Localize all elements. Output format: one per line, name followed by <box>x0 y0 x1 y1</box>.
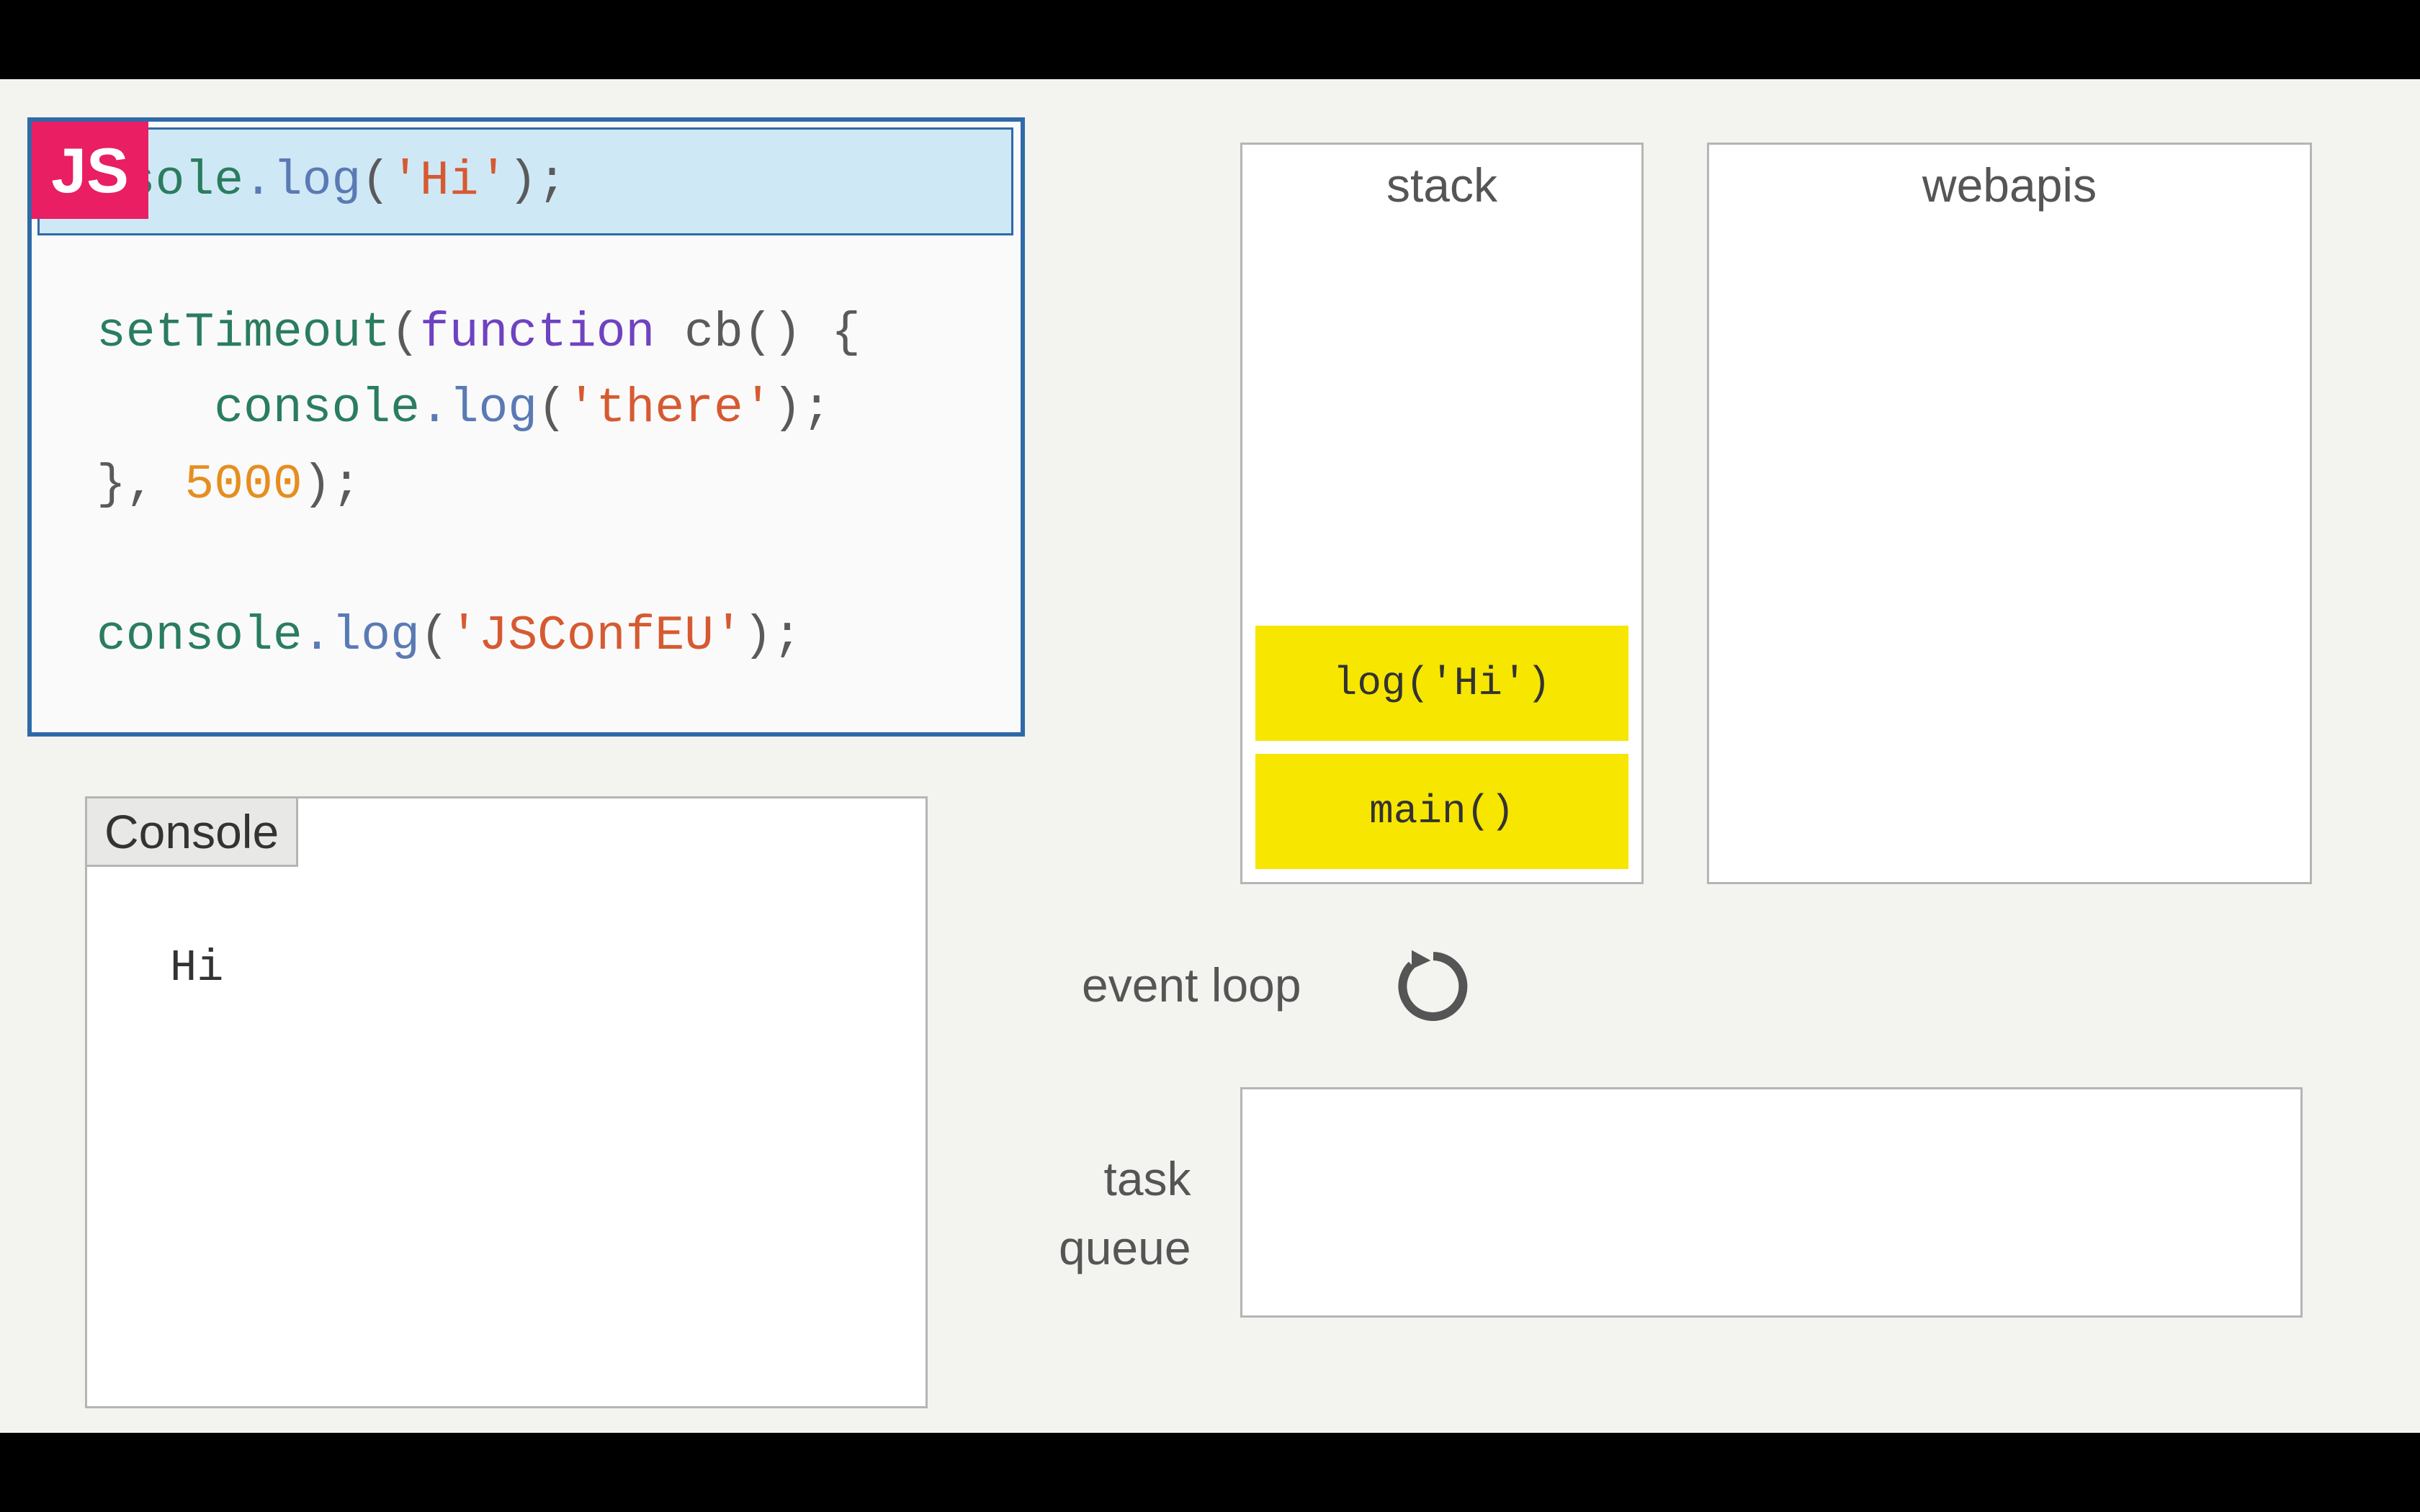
webapis-title: webapis <box>1709 145 2310 212</box>
code-panel: JS nsole.log('Hi'); setTimeout(function … <box>27 117 1025 737</box>
refresh-icon <box>1390 943 1476 1030</box>
task-queue-label: taskqueue <box>1059 1145 1191 1282</box>
code-content: nsole.log('Hi'); setTimeout(function cb(… <box>97 143 861 675</box>
stack-frame: main() <box>1255 754 1628 869</box>
task-queue-panel <box>1240 1087 2303 1318</box>
call-stack-panel: stack log('Hi') main() <box>1240 143 1644 884</box>
console-output: Hi <box>170 942 223 994</box>
webapis-panel: webapis <box>1707 143 2312 884</box>
stack-frame: log('Hi') <box>1255 626 1628 741</box>
console-panel: Console Hi <box>85 796 928 1408</box>
console-tab: Console <box>85 796 298 867</box>
stack-frames: log('Hi') main() <box>1242 212 1641 882</box>
event-loop-label: event loop <box>1082 958 1301 1012</box>
js-badge: JS <box>32 122 148 219</box>
stack-title: stack <box>1242 145 1641 212</box>
